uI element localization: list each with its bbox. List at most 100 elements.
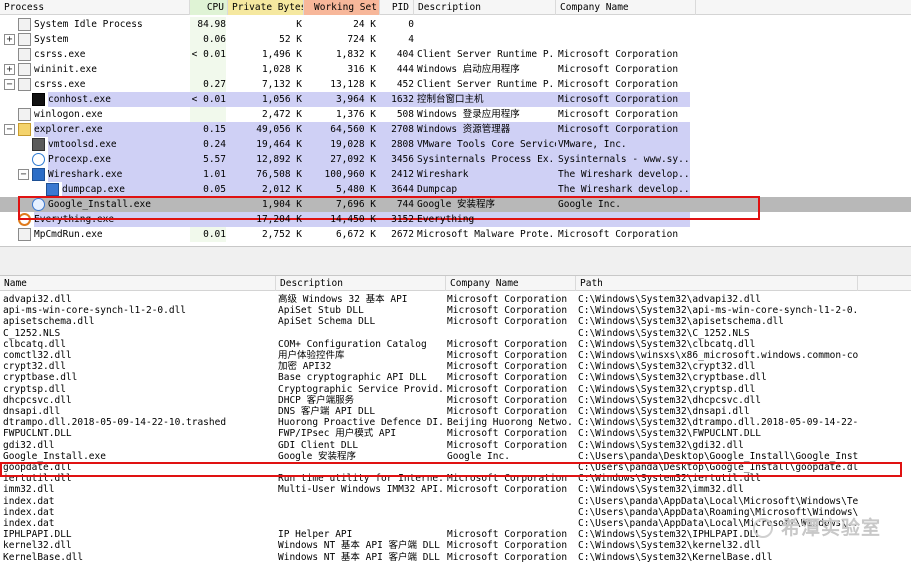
dll-row[interactable]: comctl32.dll 用户体验控件库 Microsoft Corporation… bbox=[0, 350, 911, 361]
cpu-value: 0.01 bbox=[190, 227, 226, 242]
dll-description: DHCP 客户端服务 bbox=[278, 394, 355, 406]
dll-row[interactable]: imm32.dll Multi-User Windows IMM32 API...… bbox=[0, 484, 911, 495]
dll-path: C:\Windows\System32\iertutil.dll bbox=[578, 473, 762, 485]
expand-toggle-icon[interactable]: + bbox=[4, 64, 15, 75]
dll-company: Microsoft Corporation bbox=[447, 406, 568, 417]
dll-company: Microsoft Corporation bbox=[447, 383, 568, 395]
process-row[interactable]: MpCmdRun.exe 0.01 2,752 K 6,672 K 2672 Micros… bbox=[0, 227, 911, 242]
private-bytes-value: 19,464 K bbox=[256, 139, 302, 150]
cpu-value bbox=[190, 107, 226, 122]
working-set-value: 724 K bbox=[347, 34, 376, 45]
dll-row[interactable]: crypt32.dll 加密 API32 Microsoft Corporation… bbox=[0, 361, 911, 372]
expand-toggle-icon[interactable]: + bbox=[4, 34, 15, 45]
working-set-value: 1,376 K bbox=[335, 109, 376, 120]
dll-row[interactable]: kernel32.dll Windows NT 基本 API 客户端 DLL Mic… bbox=[0, 540, 911, 551]
dll-row[interactable]: KernelBase.dll Windows NT 基本 API 客户端 DLL M… bbox=[0, 552, 911, 563]
private-bytes-value: 49,056 K bbox=[256, 124, 302, 135]
watermark: 希潭实验室 bbox=[780, 517, 881, 539]
dll-path: C:\Windows\System32\kernel32.dll bbox=[578, 540, 762, 552]
pid-value: 2672 bbox=[391, 229, 414, 240]
dll-description: COM+ Configuration Catalog bbox=[278, 338, 427, 350]
dll-description: ApiSet Stub DLL bbox=[278, 305, 364, 317]
description-value: Google 安装程序 bbox=[417, 199, 496, 210]
dll-row[interactable]: IPHLPAPI.DLL IP Helper API Microsoft Corpo… bbox=[0, 529, 911, 540]
working-set-value: 19,028 K bbox=[330, 139, 376, 150]
dll-row[interactable]: advapi32.dll 高级 Windows 32 基本 API Microsof… bbox=[0, 294, 911, 305]
column-header-path[interactable]: Path bbox=[576, 276, 858, 291]
process-name-text: dumpcap.exe bbox=[62, 184, 125, 195]
column-header-company[interactable]: Company Name bbox=[556, 0, 696, 15]
dll-company: Microsoft Corporation bbox=[447, 361, 568, 373]
dll-company: Microsoft Corporation bbox=[447, 338, 568, 350]
process-name: MpCmdRun.exe bbox=[34, 229, 103, 240]
dll-description bbox=[278, 462, 444, 473]
process-row[interactable]: vmtoolsd.exe 0.24 19,464 K 19,028 K 2808 VMwa… bbox=[0, 137, 911, 152]
process-row[interactable]: − explorer.exe 0.15 49,056 K 64,560 K 2708 Win… bbox=[0, 122, 911, 137]
dll-row[interactable]: gdi32.dll GDI Client DLL Microsoft Corpora… bbox=[0, 440, 911, 451]
cpu-value: 0.05 bbox=[203, 184, 226, 195]
process-row[interactable]: + wininit.exe 1,028 K 316 K 444 Windows 启动应用程… bbox=[0, 62, 911, 77]
dll-row[interactable]: cryptsp.dll Cryptographic Service Provid.… bbox=[0, 384, 911, 395]
dll-company: Microsoft Corporation bbox=[447, 294, 568, 305]
process-row[interactable]: Everything.exe 17,204 K 14,450 K 3152 Everyt… bbox=[0, 212, 911, 227]
dll-row[interactable]: Google_Install.exe Google 安装程序 Google Inc.… bbox=[0, 451, 911, 462]
column-header-pid[interactable]: PID bbox=[380, 0, 414, 15]
dll-name: dnsapi.dll bbox=[3, 406, 61, 417]
dll-name: imm32.dll bbox=[3, 484, 55, 496]
column-header-dll-company[interactable]: Company Name bbox=[446, 276, 576, 291]
dll-row[interactable]: dhcpcsvc.dll DHCP 客户端服务 Microsoft Corporat… bbox=[0, 395, 911, 406]
dll-row[interactable]: api-ms-win-core-synch-l1-2-0.dll ApiSet S… bbox=[0, 305, 911, 316]
working-set-value: 27,092 K bbox=[330, 154, 376, 165]
private-bytes-value: 76,508 K bbox=[256, 169, 302, 180]
pane-splitter[interactable] bbox=[0, 246, 911, 276]
dll-path: C:\Windows\System32\imm32.dll bbox=[578, 484, 744, 496]
column-header-name[interactable]: Name bbox=[0, 276, 276, 291]
dll-row[interactable]: FWPUCLNT.DLL FWP/IPsec 用户模式 API Microsoft … bbox=[0, 428, 911, 439]
process-row[interactable]: dumpcap.exe 0.05 2,012 K 5,480 K 3644 Dumpcap… bbox=[0, 182, 911, 197]
dll-row[interactable]: iertutil.dll Run time utility for Interne… bbox=[0, 473, 911, 484]
dll-row[interactable]: dnsapi.dll DNS 客户端 API DLL Microsoft Corpo… bbox=[0, 406, 911, 417]
process-name-text: explorer.exe bbox=[34, 124, 103, 135]
process-row[interactable]: − Wireshark.exe 1.01 76,508 K 100,960 K 2412 W… bbox=[0, 167, 911, 182]
dll-row[interactable]: index.dat C:\Users\panda\AppData\Local\Mi… bbox=[0, 518, 911, 529]
process-row[interactable]: csrss.exe < 0.01 1,496 K 1,832 K 404 Client S… bbox=[0, 47, 911, 62]
dll-row[interactable]: index.dat C:\Users\panda\AppData\Local\Mi… bbox=[0, 496, 911, 507]
dll-row[interactable]: clbcatq.dll COM+ Configuration Catalog Mic… bbox=[0, 339, 911, 350]
private-bytes-value: 1,056 K bbox=[261, 94, 302, 105]
dll-description: Windows NT 基本 API 客户端 DLL bbox=[278, 551, 440, 563]
process-row[interactable]: conhost.exe < 0.01 1,056 K 3,964 K 1632 控制台窗口… bbox=[0, 92, 911, 107]
dll-description: 加密 API32 bbox=[278, 361, 332, 373]
dll-row[interactable]: C_1252.NLS C:\Windows\System32\C_1252.NLS bbox=[0, 328, 911, 339]
process-row[interactable]: Procexp.exe 5.57 12,892 K 27,092 K 3456 Sysin… bbox=[0, 152, 911, 167]
dll-description: GDI Client DLL bbox=[278, 439, 359, 451]
description-value: Everything bbox=[417, 214, 475, 225]
collapse-toggle-icon[interactable]: − bbox=[18, 169, 29, 180]
dll-path: C:\Windows\System32\dhcpcsvc.dll bbox=[578, 394, 762, 406]
collapse-toggle-icon[interactable]: − bbox=[4, 79, 15, 90]
process-row[interactable]: System Idle Process 84.98 K 24 K 0 bbox=[0, 17, 911, 32]
dll-company bbox=[447, 462, 575, 473]
dll-name: index.dat bbox=[3, 495, 55, 507]
dll-description: IP Helper API bbox=[278, 529, 353, 541]
description-value: Windows 资源管理器 bbox=[417, 124, 511, 135]
dll-row[interactable]: index.dat C:\Users\panda\AppData\Roaming\… bbox=[0, 507, 911, 518]
column-header-private-bytes[interactable]: Private Bytes bbox=[228, 0, 304, 15]
dll-company: Microsoft Corporation bbox=[447, 540, 568, 552]
column-header-working-set[interactable]: Working Set bbox=[304, 0, 380, 15]
column-header-cpu[interactable]: CPU bbox=[190, 0, 228, 15]
description-value bbox=[417, 32, 556, 47]
process-row[interactable]: + System 0.06 52 K 724 K 4 bbox=[0, 32, 911, 47]
process-row[interactable]: Google_Install.exe 1,904 K 7,696 K 744 Googl… bbox=[0, 197, 911, 212]
column-header-dll-description[interactable]: Description bbox=[276, 276, 446, 291]
process-row[interactable]: − csrss.exe 0.27 7,132 K 13,128 K 452 Client S… bbox=[0, 77, 911, 92]
dll-row[interactable]: goopdate.dll C:\Users\panda\Desktop\Googl… bbox=[0, 462, 911, 473]
column-header-description[interactable]: Description bbox=[414, 0, 556, 15]
column-header-process[interactable]: Process bbox=[0, 0, 190, 15]
dll-row[interactable]: apisetschema.dll ApiSet Schema DLL Microso… bbox=[0, 316, 911, 327]
cpu-value: 0.15 bbox=[203, 124, 226, 135]
process-row[interactable]: winlogon.exe 2,472 K 1,376 K 508 Windows 登录应… bbox=[0, 107, 911, 122]
collapse-toggle-icon[interactable]: − bbox=[4, 124, 15, 135]
dll-row[interactable]: cryptbase.dll Base cryptographic API DLL M… bbox=[0, 372, 911, 383]
dll-description: Run time utility for Interne... bbox=[278, 473, 444, 485]
dll-row[interactable]: dtrampo.dll.2018-05-09-14-22-10.trashed H… bbox=[0, 417, 911, 428]
